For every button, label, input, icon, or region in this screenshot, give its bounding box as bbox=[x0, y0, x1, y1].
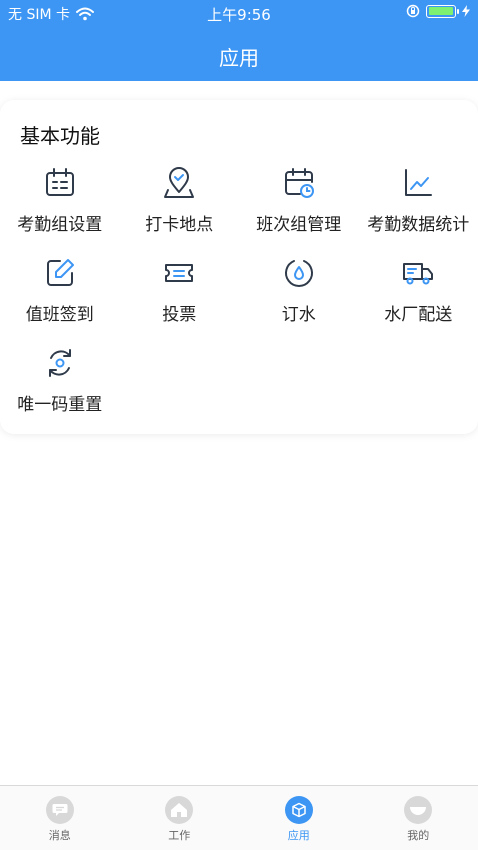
app-header: 无 SIM 卡 上午9:56 应用 bbox=[0, 0, 478, 81]
orientation-lock-icon bbox=[406, 4, 420, 18]
attendance-group-settings[interactable]: 考勤组设置 bbox=[0, 162, 120, 252]
calendar-list-icon bbox=[45, 168, 74, 196]
tab-work[interactable]: 工作 bbox=[120, 786, 240, 850]
unique-code-reset[interactable]: 唯一码重置 bbox=[0, 342, 120, 432]
attendance-data-statistics[interactable]: 考勤数据统计 bbox=[359, 162, 478, 252]
item-label: 唯一码重置 bbox=[17, 395, 103, 415]
shift-group-management[interactable]: 班次组管理 bbox=[239, 162, 359, 252]
duty-sign-in[interactable]: 值班签到 bbox=[0, 252, 120, 342]
water-drop-icon bbox=[284, 260, 313, 287]
basic-functions-card: 基本功能 考勤组设置 打卡地点 班次组管理 考勤数据统计 值班签到 投票 订水 … bbox=[0, 100, 478, 434]
profile-icon bbox=[404, 796, 433, 824]
status-right bbox=[406, 4, 470, 18]
status-bar: 无 SIM 卡 上午9:56 bbox=[0, 0, 478, 26]
tab-label: 工作 bbox=[168, 829, 191, 842]
edit-square-icon bbox=[46, 259, 74, 286]
ticket-icon bbox=[165, 264, 194, 282]
item-label: 订水 bbox=[281, 305, 316, 325]
charging-bolt-icon bbox=[462, 5, 470, 17]
item-label: 值班签到 bbox=[25, 305, 94, 325]
refresh-cycle-icon bbox=[48, 349, 71, 377]
item-label: 考勤组设置 bbox=[17, 215, 103, 235]
message-icon bbox=[45, 796, 74, 824]
tab-apps[interactable]: 应用 bbox=[239, 786, 359, 850]
function-grid: 考勤组设置 打卡地点 班次组管理 考勤数据统计 值班签到 投票 订水 水厂配送 … bbox=[0, 162, 478, 432]
tab-profile[interactable]: 我的 bbox=[359, 786, 478, 850]
item-label: 水厂配送 bbox=[384, 305, 453, 325]
battery-icon bbox=[426, 4, 459, 18]
water-plant-delivery[interactable]: 水厂配送 bbox=[359, 252, 478, 342]
page-title: 应用 bbox=[219, 46, 259, 70]
location-check-icon bbox=[164, 167, 195, 198]
delivery-truck-icon bbox=[403, 263, 434, 285]
section-title: 基本功能 bbox=[20, 124, 100, 148]
tab-messages[interactable]: 消息 bbox=[0, 786, 120, 850]
tab-label: 消息 bbox=[48, 829, 71, 842]
check-in-location[interactable]: 打卡地点 bbox=[120, 162, 240, 252]
voting[interactable]: 投票 bbox=[120, 252, 240, 342]
item-label: 打卡地点 bbox=[145, 215, 214, 235]
order-water[interactable]: 订水 bbox=[239, 252, 359, 342]
item-label: 考勤数据统计 bbox=[367, 215, 470, 235]
item-label: 投票 bbox=[162, 305, 197, 325]
line-chart-icon bbox=[405, 169, 433, 196]
bottom-tab-bar: 消息 工作 应用 我的 bbox=[0, 785, 478, 850]
home-icon bbox=[165, 796, 194, 824]
tab-label: 我的 bbox=[407, 829, 430, 842]
item-label: 班次组管理 bbox=[256, 215, 342, 235]
app-cube-icon bbox=[284, 796, 313, 824]
calendar-clock-icon bbox=[284, 168, 314, 198]
tab-label: 应用 bbox=[287, 829, 310, 842]
